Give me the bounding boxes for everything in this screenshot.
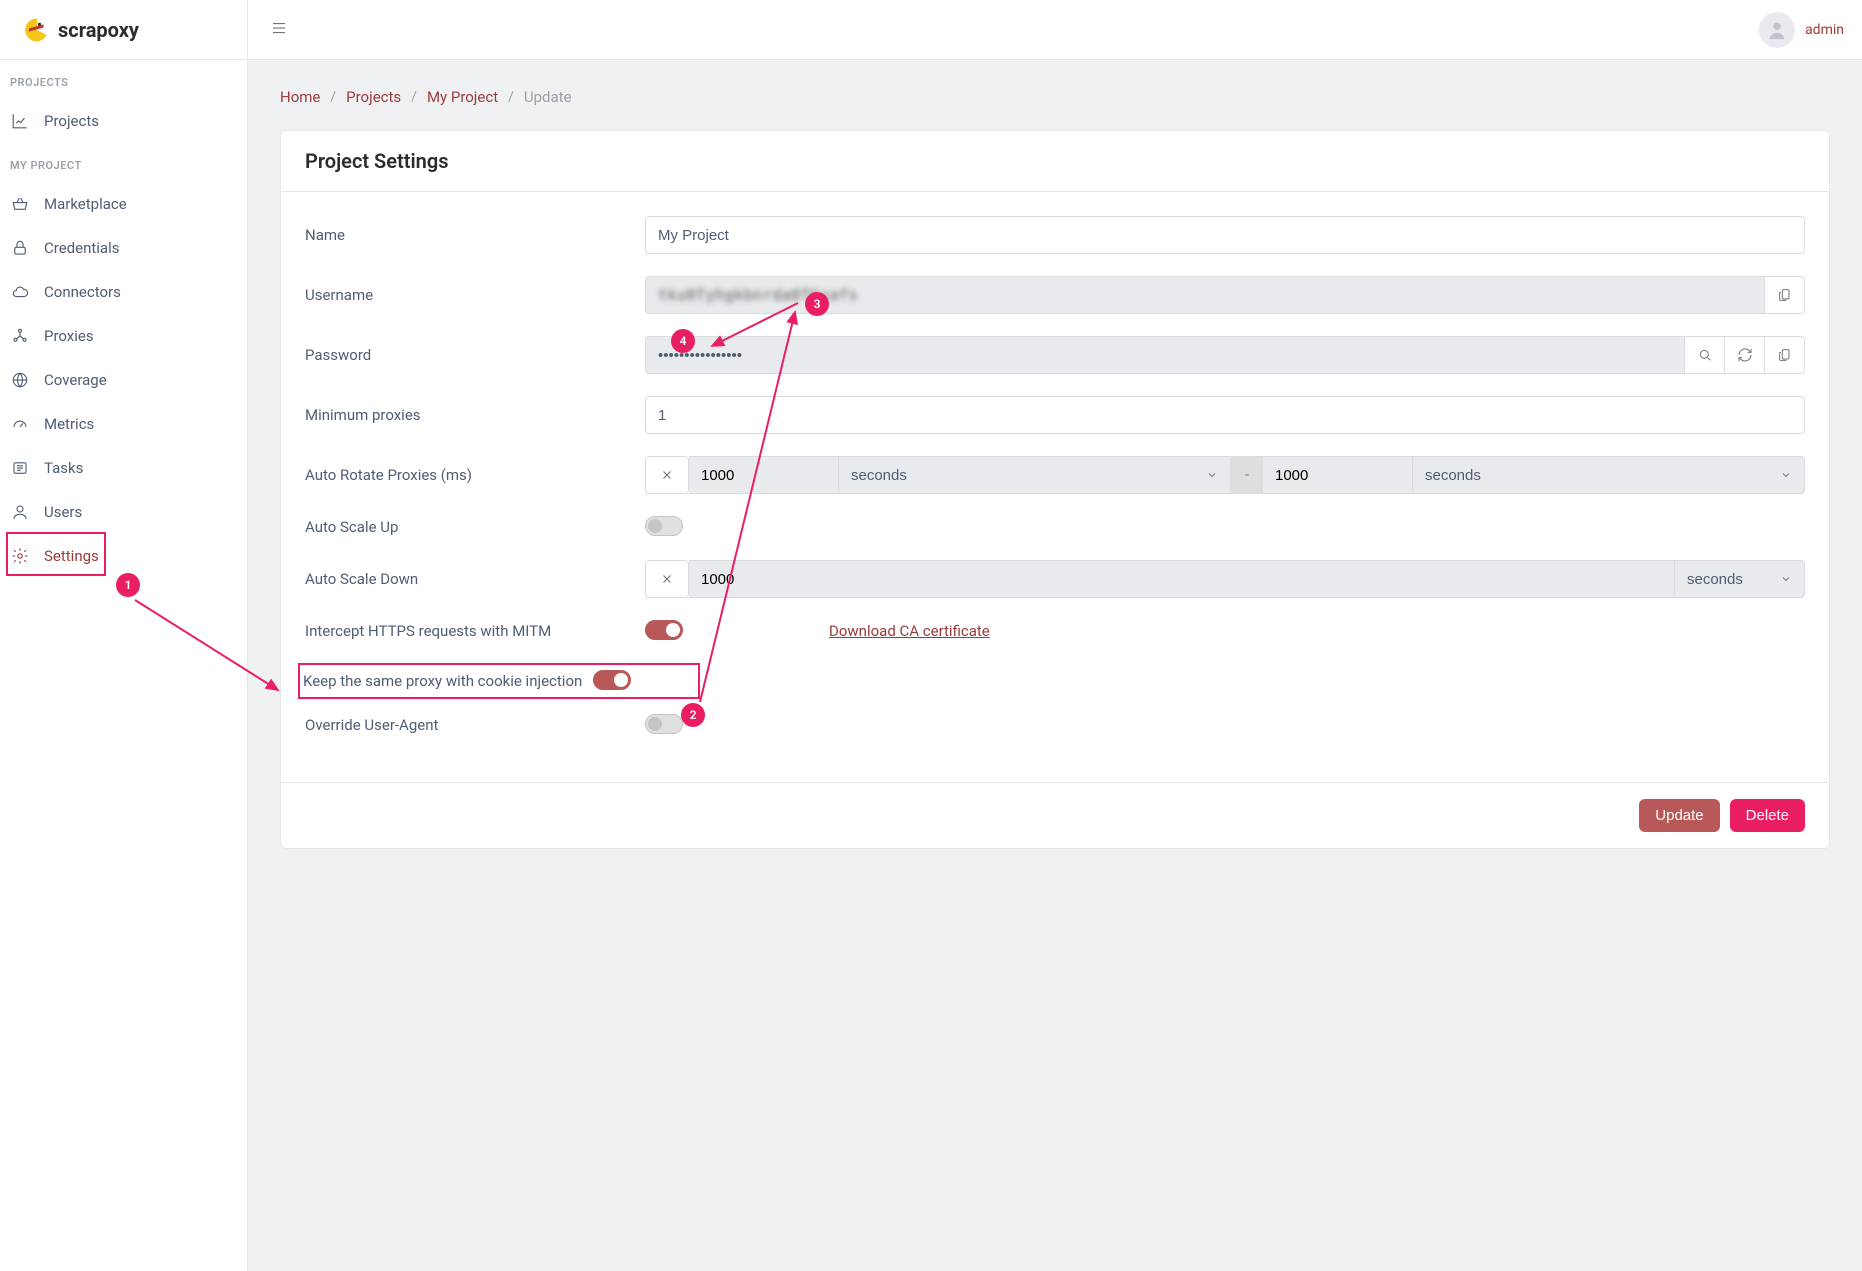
sidebar-item-marketplace[interactable]: Marketplace bbox=[0, 182, 247, 226]
sidebar-item-label: Credentials bbox=[44, 239, 119, 257]
range-separator: - bbox=[1231, 456, 1263, 494]
auto-rotate-min-input[interactable] bbox=[689, 456, 839, 494]
breadcrumb-sep: / bbox=[330, 89, 336, 105]
label-password: Password bbox=[305, 346, 645, 364]
label-auto-rotate: Auto Rotate Proxies (ms) bbox=[305, 466, 645, 484]
close-icon bbox=[660, 468, 674, 482]
breadcrumb: Home / Projects / My Project / Update bbox=[280, 80, 1830, 130]
chart-icon bbox=[10, 111, 30, 131]
password-input bbox=[645, 336, 1685, 374]
sidebar-item-label: Connectors bbox=[44, 283, 121, 301]
avatar-icon bbox=[1759, 12, 1795, 48]
callout-3: 3 bbox=[805, 292, 829, 316]
sidebar-item-label: Marketplace bbox=[44, 195, 127, 213]
label-cookie-injection: Keep the same proxy with cookie injectio… bbox=[303, 672, 593, 690]
breadcrumb-sep: / bbox=[508, 89, 514, 105]
sidebar-item-label: Settings bbox=[44, 547, 99, 565]
brand-name: scrapoxy bbox=[58, 18, 139, 42]
label-auto-scale-down: Auto Scale Down bbox=[305, 570, 645, 588]
sidebar-item-label: Users bbox=[44, 503, 82, 521]
pacman-logo-icon bbox=[24, 17, 50, 43]
breadcrumb-current: Update bbox=[524, 88, 572, 106]
sidebar: scrapoxy PROJECTS Projects MY PROJECT Ma… bbox=[0, 0, 248, 1271]
sidebar-item-label: Coverage bbox=[44, 371, 107, 389]
gear-icon bbox=[10, 546, 30, 566]
reveal-password-button[interactable] bbox=[1685, 336, 1725, 374]
clipboard-icon bbox=[1777, 287, 1793, 303]
lock-icon bbox=[10, 238, 30, 258]
hamburger-icon[interactable] bbox=[266, 15, 292, 45]
auto-rotate-max-unit-select[interactable]: seconds bbox=[1413, 456, 1805, 494]
sidebar-item-metrics[interactable]: Metrics bbox=[0, 402, 247, 446]
callout-4: 4 bbox=[671, 329, 695, 353]
breadcrumb-home[interactable]: Home bbox=[280, 88, 320, 106]
breadcrumb-sep: / bbox=[411, 89, 417, 105]
nav-section-projects: PROJECTS bbox=[0, 60, 247, 99]
sidebar-item-coverage[interactable]: Coverage bbox=[0, 358, 247, 402]
auto-scale-up-toggle[interactable] bbox=[645, 516, 689, 538]
sidebar-item-credentials[interactable]: Credentials bbox=[0, 226, 247, 270]
sidebar-item-connectors[interactable]: Connectors bbox=[0, 270, 247, 314]
auto-scale-down-disable-button[interactable] bbox=[645, 560, 689, 598]
header: admin bbox=[248, 0, 1862, 60]
label-override-ua: Override User-Agent bbox=[305, 716, 645, 734]
cloud-icon bbox=[10, 282, 30, 302]
name-input[interactable] bbox=[645, 216, 1805, 254]
clipboard-icon bbox=[1777, 347, 1793, 363]
sidebar-item-settings[interactable]: Settings bbox=[0, 534, 247, 578]
globe-icon bbox=[10, 370, 30, 390]
auto-rotate-max-input[interactable] bbox=[1263, 456, 1413, 494]
breadcrumb-projects[interactable]: Projects bbox=[346, 88, 401, 106]
basket-icon bbox=[10, 194, 30, 214]
sidebar-item-label: Metrics bbox=[44, 415, 94, 433]
sidebar-item-tasks[interactable]: Tasks bbox=[0, 446, 247, 490]
nav-section-myproject: MY PROJECT bbox=[0, 143, 247, 182]
delete-button[interactable]: Delete bbox=[1730, 799, 1805, 832]
auto-scale-down-unit-select[interactable]: seconds bbox=[1675, 560, 1805, 598]
page-title: Project Settings bbox=[305, 149, 1805, 173]
sidebar-item-projects[interactable]: Projects bbox=[0, 99, 247, 143]
sidebar-item-users[interactable]: Users bbox=[0, 490, 247, 534]
close-icon bbox=[660, 572, 674, 586]
sidebar-item-label: Proxies bbox=[44, 327, 94, 345]
sidebar-item-label: Projects bbox=[44, 112, 99, 130]
label-username: Username bbox=[305, 286, 645, 304]
label-mitm: Intercept HTTPS requests with MITM bbox=[305, 622, 645, 640]
breadcrumb-project[interactable]: My Project bbox=[427, 88, 498, 106]
settings-card: Project Settings Name Username tku0Tyh bbox=[280, 130, 1830, 849]
gauge-icon bbox=[10, 414, 30, 434]
auto-rotate-disable-button[interactable] bbox=[645, 456, 689, 494]
update-button[interactable]: Update bbox=[1639, 799, 1719, 832]
auto-rotate-min-unit-select[interactable]: seconds bbox=[839, 456, 1231, 494]
mitm-toggle[interactable] bbox=[645, 620, 689, 642]
eye-icon bbox=[1697, 347, 1713, 363]
user-name: admin bbox=[1805, 22, 1844, 38]
auto-scale-down-input[interactable] bbox=[689, 560, 1675, 598]
sidebar-item-proxies[interactable]: Proxies bbox=[0, 314, 247, 358]
user-icon bbox=[10, 502, 30, 522]
refresh-icon bbox=[1737, 347, 1753, 363]
list-icon bbox=[10, 458, 30, 478]
download-ca-link[interactable]: Download CA certificate bbox=[829, 622, 990, 640]
callout-2: 2 bbox=[681, 703, 705, 727]
regenerate-password-button[interactable] bbox=[1725, 336, 1765, 374]
user-menu[interactable]: admin bbox=[1759, 12, 1844, 48]
callout-1: 1 bbox=[116, 573, 140, 597]
cookie-injection-toggle[interactable] bbox=[593, 670, 637, 692]
copy-password-button[interactable] bbox=[1765, 336, 1805, 374]
brand: scrapoxy bbox=[0, 0, 247, 60]
label-name: Name bbox=[305, 226, 645, 244]
min-proxies-input[interactable] bbox=[645, 396, 1805, 434]
copy-username-button[interactable] bbox=[1765, 276, 1805, 314]
sidebar-item-label: Tasks bbox=[44, 459, 83, 477]
label-auto-scale-up: Auto Scale Up bbox=[305, 518, 645, 536]
label-min-proxies: Minimum proxies bbox=[305, 406, 645, 424]
network-icon bbox=[10, 326, 30, 346]
